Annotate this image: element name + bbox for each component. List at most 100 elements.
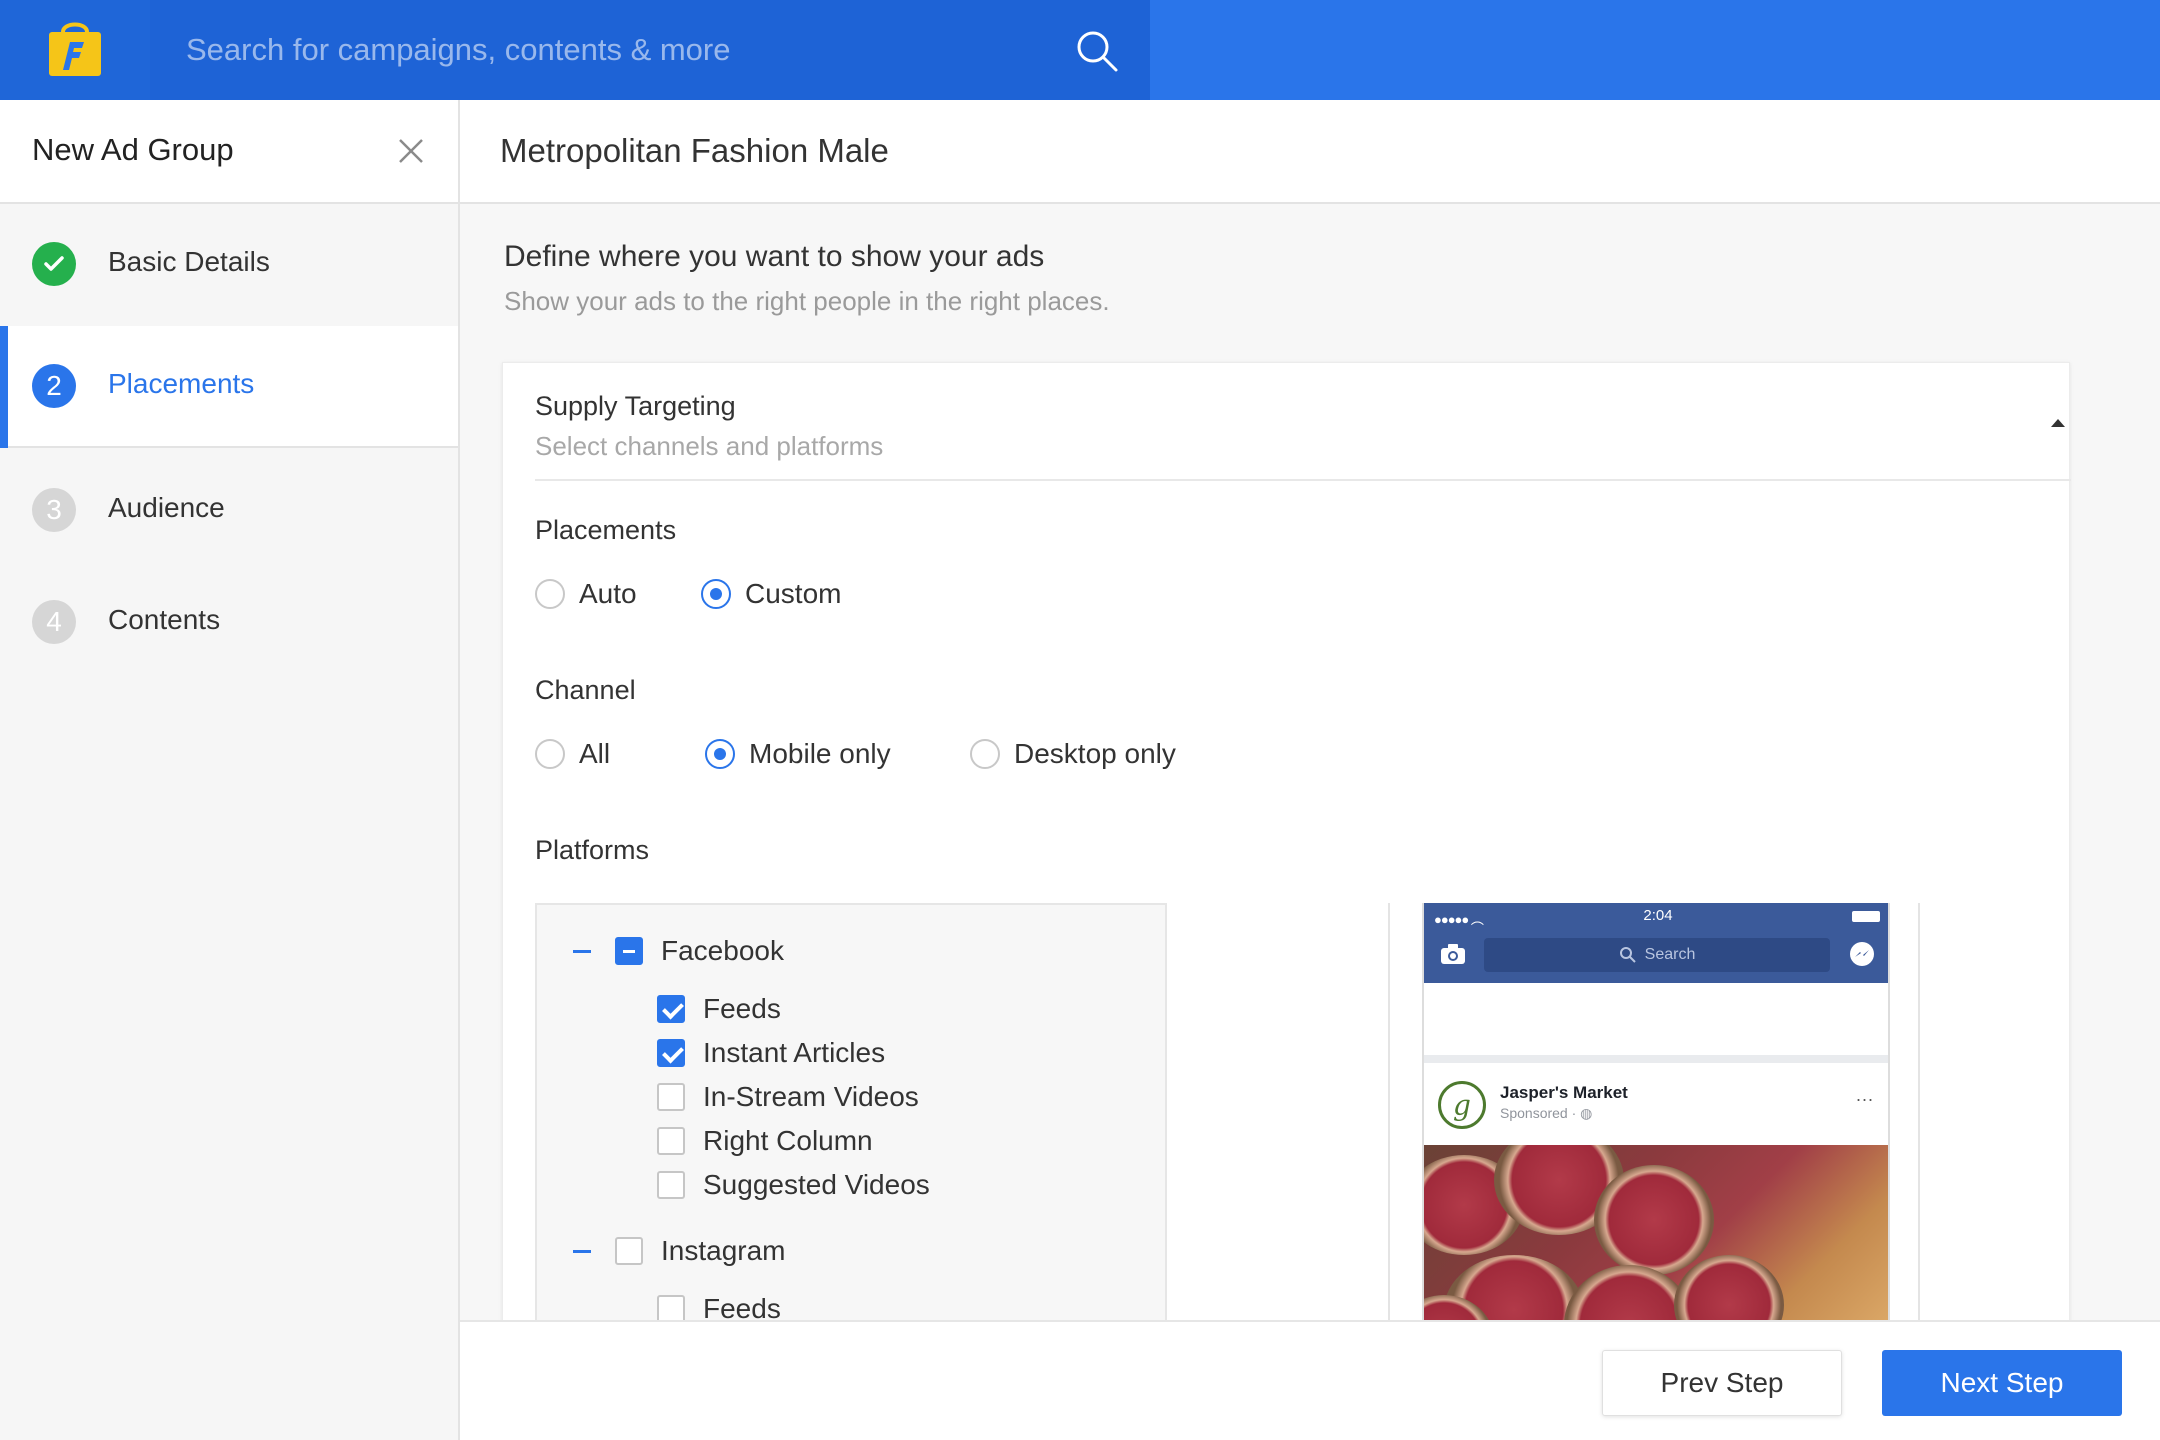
- step-placements[interactable]: 2 Placements: [0, 326, 458, 448]
- platform-facebook[interactable]: Facebook: [573, 935, 784, 967]
- option-label: Feeds: [703, 1293, 781, 1320]
- step-label: Placements: [108, 368, 255, 399]
- divider: [535, 479, 2071, 481]
- phone-screen: ●●●●● ︵ 2:04 Search g Jasper's Market Sp…: [1422, 903, 1890, 1320]
- step-label: Contents: [108, 604, 221, 635]
- facebook-navbar: ●●●●● ︵ 2:04 Search: [1424, 903, 1888, 983]
- battery-icon: [1852, 911, 1880, 922]
- section-title: Define where you want to show your ads: [504, 240, 1045, 273]
- globe-icon: ◍: [1580, 1105, 1593, 1121]
- radio-circle: [535, 579, 565, 609]
- search-bar: [150, 0, 1150, 100]
- radio-desktop-only[interactable]: Desktop only: [970, 738, 1176, 770]
- search-icon[interactable]: [1074, 28, 1120, 74]
- radio-circle: [701, 579, 731, 609]
- platforms-tree: Facebook Feeds Instant Articles In-Strea…: [535, 903, 1167, 1320]
- main-content[interactable]: Define where you want to show your ads S…: [460, 204, 2160, 1320]
- status-time: 2:04: [1643, 907, 1673, 924]
- radio-label: Custom: [745, 578, 842, 609]
- step-label: Basic Details: [108, 246, 270, 277]
- search-input[interactable]: [186, 22, 1046, 78]
- close-icon[interactable]: [394, 134, 428, 168]
- checkbox[interactable]: [657, 1083, 685, 1111]
- caret-up-icon[interactable]: [2051, 419, 2065, 427]
- more-options-icon: ...: [1856, 1085, 1875, 1105]
- checkbox[interactable]: [657, 1127, 685, 1155]
- radio-circle: [535, 739, 565, 769]
- next-step-button[interactable]: Next Step: [1882, 1350, 2122, 1416]
- option-label: Feeds: [703, 993, 781, 1024]
- step-number: 4: [32, 600, 76, 644]
- option-label: Suggested Videos: [703, 1169, 930, 1200]
- option-label: Instant Articles: [703, 1037, 886, 1068]
- platform-label: Instagram: [661, 1235, 786, 1266]
- sidebar-header: New Ad Group: [0, 100, 458, 204]
- checkbox-instagram[interactable]: [615, 1237, 643, 1265]
- radio-label: All: [579, 738, 611, 769]
- radio-circle: [970, 739, 1000, 769]
- sidebar-title: New Ad Group: [32, 132, 234, 167]
- option-ig-feeds[interactable]: Feeds: [657, 1293, 781, 1320]
- collapse-icon[interactable]: [573, 1249, 591, 1253]
- step-audience[interactable]: 3 Audience: [0, 450, 458, 572]
- step-number: 2: [32, 364, 76, 408]
- prev-step-button[interactable]: Prev Step: [1602, 1350, 1842, 1416]
- platform-label: Facebook: [661, 935, 784, 966]
- checkbox[interactable]: [657, 1295, 685, 1320]
- active-step-indicator: [0, 326, 8, 448]
- wizard-footer: Prev Step Next Step: [460, 1320, 2160, 1440]
- placements-label: Placements: [535, 515, 677, 545]
- collapse-icon[interactable]: [573, 949, 591, 953]
- fb-search-box: Search: [1484, 938, 1830, 972]
- option-fb-right-column[interactable]: Right Column: [657, 1125, 873, 1157]
- radio-all[interactable]: All: [535, 738, 610, 770]
- check-icon: [32, 242, 76, 286]
- advertiser-logo: g: [1438, 1081, 1486, 1129]
- advertiser-name: Jasper's Market: [1500, 1083, 1628, 1102]
- radio-label: Auto: [579, 578, 637, 609]
- top-bar: [0, 0, 2160, 100]
- fb-search-label: Search: [1644, 946, 1696, 963]
- ad-preview-phone: ●●●●● ︵ 2:04 Search g Jasper's Market Sp…: [1388, 903, 1920, 1320]
- phone-frame: ●●●●● ︵ 2:04 Search g Jasper's Market Sp…: [1388, 903, 1920, 1320]
- messenger-icon: [1850, 942, 1874, 966]
- option-fb-instant-articles[interactable]: Instant Articles: [657, 1037, 885, 1069]
- radio-mobile-only[interactable]: Mobile only: [705, 738, 891, 770]
- checkbox[interactable]: [657, 1171, 685, 1199]
- flipkart-bag-icon: [49, 22, 101, 76]
- post-image: [1424, 1145, 1888, 1320]
- card-subtitle: Select channels and platforms: [535, 431, 884, 461]
- status-bar: ●●●●● ︵ 2:04: [1424, 907, 1888, 929]
- sponsored-post: g Jasper's Market Sponsored · ◍ ...: [1424, 1063, 1888, 1320]
- option-fb-in-stream-videos[interactable]: In-Stream Videos: [657, 1081, 919, 1113]
- step-basic-details[interactable]: Basic Details: [0, 204, 458, 326]
- option-label: Right Column: [703, 1125, 873, 1156]
- option-fb-suggested-videos[interactable]: Suggested Videos: [657, 1169, 930, 1201]
- radio-custom[interactable]: Custom: [701, 578, 841, 610]
- checkbox[interactable]: [657, 1039, 685, 1067]
- main-header: Metropolitan Fashion Male: [460, 100, 2160, 204]
- wizard-sidebar: New Ad Group Basic Details 2 Placements …: [0, 100, 460, 1440]
- step-label: Audience: [108, 492, 225, 523]
- page-title: Metropolitan Fashion Male: [500, 132, 889, 169]
- radio-label: Desktop only: [1014, 738, 1176, 769]
- composer-area: [1424, 983, 1888, 1055]
- section-subtitle: Show your ads to the right people in the…: [504, 286, 1110, 316]
- channel-label: Channel: [535, 675, 636, 705]
- camera-icon: [1441, 944, 1465, 964]
- sponsored-label: Sponsored · ◍: [1500, 1105, 1593, 1121]
- radio-auto[interactable]: Auto: [535, 578, 637, 610]
- logo[interactable]: [0, 0, 150, 100]
- radio-circle: [705, 739, 735, 769]
- checkbox[interactable]: [657, 995, 685, 1023]
- platform-instagram[interactable]: Instagram: [573, 1235, 786, 1267]
- step-contents[interactable]: 4 Contents: [0, 562, 458, 684]
- supply-targeting-card: Supply Targeting Select channels and pla…: [502, 362, 2071, 1320]
- option-fb-feeds[interactable]: Feeds: [657, 993, 781, 1025]
- option-label: In-Stream Videos: [703, 1081, 919, 1112]
- search-icon: [1619, 947, 1636, 963]
- platforms-label: Platforms: [535, 835, 650, 865]
- checkbox-facebook[interactable]: [615, 937, 643, 965]
- step-number: 3: [32, 488, 76, 532]
- radio-label: Mobile only: [749, 738, 891, 769]
